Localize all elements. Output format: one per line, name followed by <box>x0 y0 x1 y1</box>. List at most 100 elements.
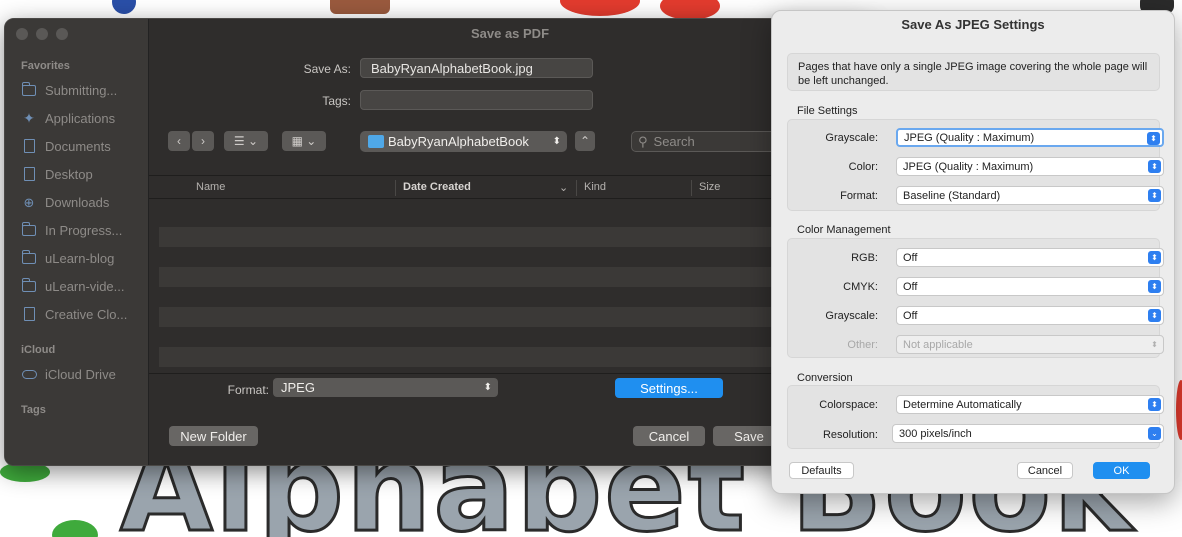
rgb-popup[interactable]: Off ⬍ <box>896 248 1164 267</box>
save-panel-main: Save as PDF Save As: BabyRyanAlphabetBoo… <box>149 19 871 465</box>
back-button[interactable]: ‹ <box>168 131 190 151</box>
dialog-cancel-button[interactable]: Cancel <box>1017 462 1073 479</box>
forward-button[interactable]: › <box>192 131 214 151</box>
red-shape <box>660 0 720 20</box>
sidebar-item-ulearn-blog[interactable]: uLearn-blog <box>21 247 114 269</box>
info-note: Pages that have only a single JPEG image… <box>787 53 1160 91</box>
sidebar-item-desktop[interactable]: Desktop <box>21 163 93 185</box>
file-list-row[interactable] <box>159 227 871 247</box>
other-profile-popup: Not applicable ⬍ <box>896 335 1164 354</box>
file-list-row[interactable] <box>159 347 871 367</box>
cmyk-label: CMYK: <box>843 281 878 293</box>
save-as-pdf-window: Favorites Submitting... ✦ Applications D… <box>4 18 872 466</box>
window-title: Save as PDF <box>470 26 550 41</box>
resolution-label: Resolution: <box>822 429 878 441</box>
file-list-row[interactable] <box>159 267 871 287</box>
popup-value: Off <box>903 309 918 322</box>
popup-value: Determine Automatically <box>903 398 1022 411</box>
sidebar-item-downloads[interactable]: ⊕ Downloads <box>21 191 110 213</box>
popup-value: Off <box>903 280 918 293</box>
sidebar-item-in-progress[interactable]: In Progress... <box>21 219 122 241</box>
sidebar-item-ulearn-video[interactable]: uLearn-vide... <box>21 275 125 297</box>
grayscale-profile-popup[interactable]: Off ⬍ <box>896 306 1164 325</box>
popup-value: Not applicable <box>903 338 973 351</box>
column-divider <box>395 180 396 196</box>
updown-chevron-icon: ⬍ <box>1148 160 1161 173</box>
chevron-right-icon: › <box>201 134 205 148</box>
colorspace-popup[interactable]: Determine Automatically ⬍ <box>896 395 1164 414</box>
column-size[interactable]: Size <box>699 181 720 193</box>
column-date-created[interactable]: Date Created <box>403 181 471 193</box>
jpeg-format-popup[interactable]: Baseline (Standard) ⬍ <box>896 186 1164 205</box>
grayscale-profile-label: Grayscale: <box>825 310 878 322</box>
sidebar-item-creative-cloud[interactable]: Creative Clo... <box>21 303 127 325</box>
close-window-button[interactable] <box>16 28 28 40</box>
color-compression-popup[interactable]: JPEG (Quality : Maximum) ⬍ <box>896 157 1164 176</box>
file-settings-group: Grayscale: JPEG (Quality : Maximum) ⬍ Co… <box>787 119 1164 211</box>
minimize-window-button[interactable] <box>36 28 48 40</box>
sidebar-item-submitting[interactable]: Submitting... <box>21 79 117 101</box>
updown-chevron-icon: ⬍ <box>1148 189 1161 202</box>
rgb-label: RGB: <box>851 252 878 264</box>
applications-icon: ✦ <box>23 110 35 126</box>
chevron-down-icon: ⌄ <box>1148 427 1161 440</box>
sidebar-item-documents[interactable]: Documents <box>21 135 111 157</box>
updown-chevron-icon: ⬍ <box>1147 132 1160 145</box>
document-icon <box>21 138 37 154</box>
updown-chevron-icon: ⬍ <box>483 382 492 393</box>
chevron-down-icon: ⌄ <box>559 182 569 194</box>
chevron-left-icon: ‹ <box>177 134 181 148</box>
resolution-combo[interactable]: 300 pixels/inch ⌄ <box>892 424 1164 443</box>
search-icon: ⚲ <box>638 133 648 149</box>
file-list-row[interactable] <box>159 307 871 327</box>
defaults-button[interactable]: Defaults <box>789 462 854 479</box>
folder-icon <box>21 249 37 266</box>
updown-chevron-icon: ⬍ <box>1148 398 1161 411</box>
popup-value: JPEG (Quality : Maximum) <box>903 160 1034 173</box>
updown-chevron-icon: ⬍ <box>1148 251 1161 264</box>
save-as-label: Save As: <box>303 62 351 76</box>
sidebar-heading-favorites: Favorites <box>21 60 70 72</box>
folder-icon <box>21 221 37 238</box>
search-field[interactable]: ⚲ Search <box>631 131 791 152</box>
chevron-up-icon: ⌃ <box>579 134 591 148</box>
sidebar-item-applications[interactable]: ✦ Applications <box>21 107 115 129</box>
ok-button[interactable]: OK <box>1093 462 1150 479</box>
tags-field[interactable] <box>360 90 593 110</box>
updown-chevron-icon: ⬍ <box>1151 339 1158 349</box>
settings-button[interactable]: Settings... <box>615 378 723 398</box>
list-view-button[interactable]: ☰ ⌄ <box>224 131 268 151</box>
grayscale-compression-popup[interactable]: JPEG (Quality : Maximum) ⬍ <box>896 128 1164 147</box>
expand-collapse-button[interactable]: ⌃ <box>575 131 595 151</box>
file-list-header: Name Date Created ⌄ Kind Size <box>149 175 871 199</box>
format-popup[interactable]: JPEG ⬍ <box>273 378 498 397</box>
updown-chevron-icon: ⬍ <box>1148 280 1161 293</box>
brown-shape <box>330 0 390 14</box>
sidebar-item-label: Documents <box>45 138 111 154</box>
updown-chevron-icon: ⬍ <box>1148 309 1161 322</box>
popup-value: JPEG (Quality : Maximum) <box>904 131 1035 144</box>
sidebar-item-label: uLearn-blog <box>45 250 115 266</box>
location-popup[interactable]: BabyRyanAlphabetBook ⬍ <box>360 131 567 152</box>
format-label: Format: <box>227 383 269 397</box>
save-as-field[interactable]: BabyRyanAlphabetBook.jpg <box>360 58 593 78</box>
sidebar-item-label: Applications <box>45 110 116 126</box>
column-name[interactable]: Name <box>196 181 225 193</box>
format-label: Format: <box>840 190 878 202</box>
cancel-button[interactable]: Cancel <box>633 426 705 446</box>
sidebar-item-label: Submitting... <box>45 82 118 98</box>
new-folder-button[interactable]: New Folder <box>169 426 258 446</box>
column-kind[interactable]: Kind <box>584 181 606 193</box>
popup-value: 300 pixels/inch <box>899 427 972 440</box>
red-shape <box>560 0 640 16</box>
location-label: BabyRyanAlphabetBook <box>388 134 529 149</box>
cmyk-popup[interactable]: Off ⬍ <box>896 277 1164 296</box>
green-shape <box>52 520 98 537</box>
grid-view-button[interactable]: ▦ ⌄ <box>282 131 326 151</box>
popup-value: Baseline (Standard) <box>903 189 1001 202</box>
red-shape <box>1176 380 1182 440</box>
file-settings-heading: File Settings <box>797 105 858 117</box>
zoom-window-button[interactable] <box>56 28 68 40</box>
format-value: JPEG <box>281 380 315 395</box>
sidebar-item-icloud-drive[interactable]: iCloud Drive <box>21 363 116 385</box>
